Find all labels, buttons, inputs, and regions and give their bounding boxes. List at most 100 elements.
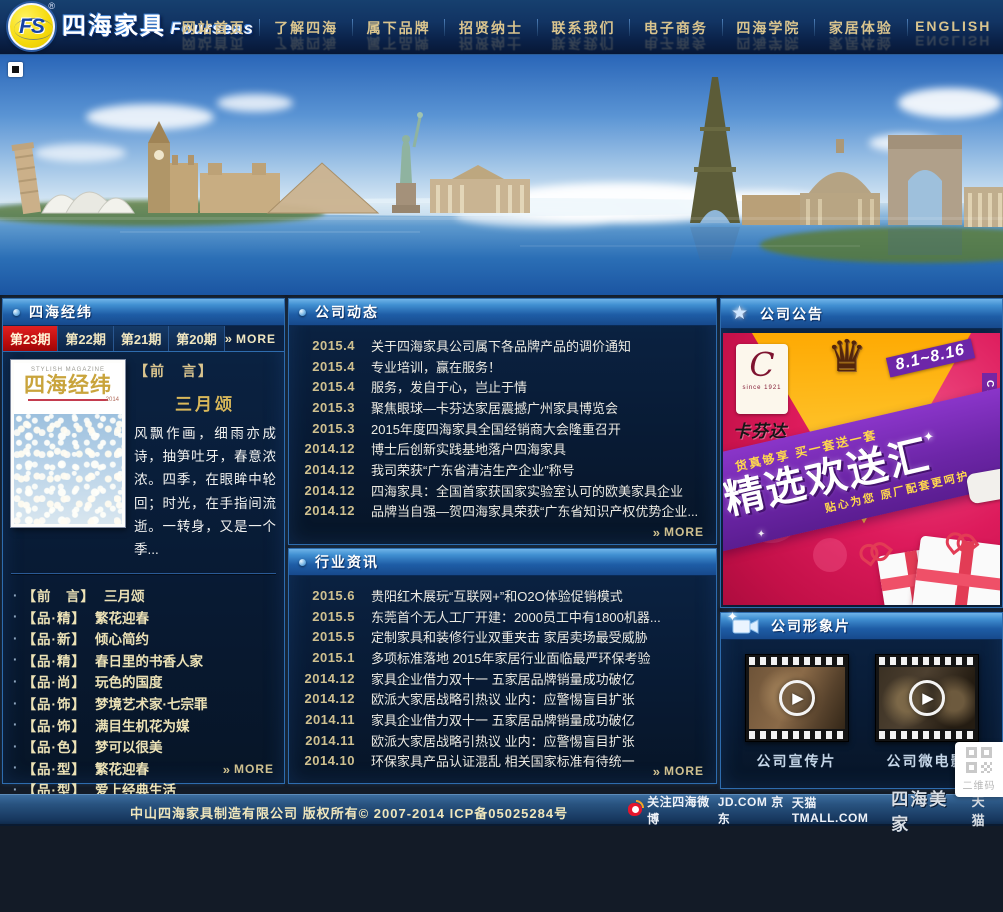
sparkle-icon: ✦ — [923, 429, 934, 444]
magazine-tabs-more-link[interactable]: » MORE — [225, 326, 284, 351]
article-item[interactable]: 【品·尚】玩色的国度 — [13, 671, 272, 693]
cover-blossom-photo — [14, 414, 122, 524]
article-item[interactable]: 【品·精】春日里的书香人家 — [13, 649, 272, 671]
globe-lines — [14, 18, 53, 40]
article-item[interactable]: 【品·新】倾心简约 — [13, 628, 272, 650]
news-row[interactable]: 2015.3 聚焦眼球—卡芬达家居震撼广州家具博览会 — [299, 397, 704, 418]
bullet-icon — [299, 558, 306, 566]
double-chevron-icon: » — [652, 524, 661, 540]
tab-issue-23[interactable]: 第23期 — [3, 326, 59, 351]
hero-banner — [0, 55, 1003, 295]
star-icon: ★ — [731, 303, 751, 324]
industry-news-panel: 行业资讯 2015.6 贵阳红木展玩“互联网+”和O2O体验促销模式 2015.5… — [288, 548, 717, 784]
promo-bubble — [813, 538, 847, 572]
company-news-list: 2015.4 关于四海家具公司属下各品牌产品的调价通知 2015.4 专业培训，赢在… — [289, 326, 716, 521]
announcement-title: 公司公告 — [760, 305, 825, 322]
promo-banner-ad[interactable]: ♛ C since 1921 卡芬达 8.1~8.16 CARPENTER 货真… — [723, 333, 1000, 605]
article-item[interactable]: 【品·饰】满目生机花为媒 — [13, 714, 272, 736]
nav-item-experience[interactable]: 家居体验 家居体验 — [815, 18, 906, 51]
nav-item-ecommerce[interactable]: 电子商务 电子商务 — [630, 18, 721, 51]
qr-label: 二维码 — [962, 781, 996, 792]
news-row[interactable]: 2015.4 服务，发自于心，岂止于情 — [299, 376, 704, 397]
world-landmarks-illustration — [0, 55, 1003, 295]
news-row[interactable]: 2015.4 专业培训，赢在服务！ — [299, 356, 704, 377]
news-row[interactable]: 2014.12 博士后创新实践基地落户四海家具 — [299, 438, 704, 459]
news-row[interactable]: 2014.12 四海家具：全国首家获国家实验室认可的欧美家具企业 — [299, 480, 704, 501]
video-section-header: ✦ 公司形象片 — [721, 609, 1002, 640]
double-chevron-icon: » — [224, 331, 233, 346]
news-row[interactable]: 2014.10 环保家具产品认证混乱 相关国家标准有待统一 — [299, 751, 704, 772]
news-row[interactable]: 2015.3 2015年度四海家具全国经销商大会隆重召开 — [299, 418, 704, 439]
tab-issue-22[interactable]: 第22期 — [58, 326, 114, 351]
cover-subtitle-rule — [28, 399, 108, 402]
magazine-more-link[interactable]: » MORE — [223, 762, 274, 776]
news-row[interactable]: 2015.4 关于四海家具公司属下各品牌产品的调价通知 — [299, 335, 704, 356]
nav-item-careers[interactable]: 招贤纳士 招贤纳士 — [445, 18, 536, 51]
preface-tag: 【前 言】 — [134, 363, 214, 379]
tab-issue-20[interactable]: 第20期 — [169, 326, 225, 351]
carpenter-brand-logo: C since 1921 — [736, 344, 788, 414]
play-icon[interactable]: ▶ — [908, 680, 945, 716]
news-row[interactable]: 2014.12 我司荣获“广东省清洁生产企业”称号 — [299, 459, 704, 480]
main-nav: 网站首页 网站首页 了解四海 了解四海 属下品牌 属下品牌 招贤纳士 招贤纳士 联系我们… — [168, 10, 999, 51]
nav-item-brands[interactable]: 属下品牌 属下品牌 — [353, 18, 444, 51]
gift-bow — [945, 531, 976, 549]
industry-news-more-link[interactable]: » MORE — [653, 764, 704, 778]
filmstrip-holes — [748, 731, 845, 739]
sparkle-icon: ✦ — [757, 529, 766, 540]
banner-placeholder-icon[interactable] — [8, 62, 23, 77]
nav-item-contact[interactable]: 联系我们 联系我们 — [538, 18, 629, 51]
video-section-title: 公司形象片 — [771, 618, 851, 634]
industry-news-title: 行业资讯 — [315, 554, 379, 570]
nav-item-home[interactable]: 网站首页 网站首页 — [168, 18, 259, 51]
article-item[interactable]: 【品·色】梦可以很美 — [13, 735, 272, 757]
logo-name-cn: 四海家具 — [62, 12, 166, 40]
video-thumb-promo-film[interactable]: ▶ — [744, 654, 849, 742]
arc-de-triomphe — [888, 135, 962, 225]
news-row[interactable]: 2014.12 品牌当自强—贺四海家具荣获“广东省知识产权优势企业... — [299, 501, 704, 522]
cover-year: 2014 — [105, 397, 119, 403]
news-row[interactable]: 2014.12 欧派大家居战略引热议 业内：应警惕盲目扩张 — [299, 688, 704, 709]
colonnade-right — [964, 187, 1003, 227]
video-caption-promo: 公司宣传片 — [756, 753, 837, 769]
weibo-icon — [628, 800, 645, 816]
news-row[interactable]: 2015.5 东莞首个无人工厂开建：2000员工中有1800机器... — [299, 606, 704, 627]
magazine-panel: 四海经纬 第23期 第22期 第21期 第20期 » MORE STYLISH … — [2, 298, 285, 798]
nav-item-academy[interactable]: 四海学院 四海学院 — [723, 18, 814, 51]
qr-code-widget[interactable]: 二维码 — [955, 742, 1003, 797]
magazine-cover[interactable]: STYLISH MAGAZINE 四海经纬 2014 — [11, 360, 125, 527]
brand-since: since 1921 — [742, 385, 782, 392]
news-row[interactable]: 2014.11 家具企业借力双十一 五家居品牌销量成功破亿 — [299, 709, 704, 730]
tab-issue-21[interactable]: 第21期 — [113, 326, 170, 351]
industry-news-list: 2015.6 贵阳红木展玩“互联网+”和O2O体验促销模式 2015.5 东莞首个无… — [289, 576, 716, 771]
news-row[interactable]: 2015.5 定制家具和装修行业双重夹击 家居卖场最受威胁 — [299, 626, 704, 647]
divider — [11, 573, 276, 575]
preface-body: 风飘作画，细雨亦成诗，抽笋吐牙，春意浓浓。四季，在眼眸中轮回；时光，在手指间流逝… — [134, 426, 276, 558]
news-row[interactable]: 2014.11 欧派大家居战略引热议 业内：应警惕盲目扩张 — [299, 730, 704, 751]
sparkle-icon: ✦ — [727, 609, 740, 624]
article-item[interactable]: 【前 言】三月颂 — [13, 584, 272, 606]
filmstrip-holes — [878, 731, 975, 739]
video-thumb-micro-movie[interactable]: ▶ — [874, 654, 979, 742]
gift-bow — [858, 541, 890, 560]
double-chevron-icon: » — [652, 763, 661, 779]
article-item[interactable]: 【品·精】繁花迎春 — [13, 606, 272, 628]
weibo-link[interactable]: 关注四海微博 — [628, 793, 718, 827]
article-item[interactable]: 【品·饰】梦境艺术家·七宗罪 — [13, 692, 272, 714]
nav-item-about[interactable]: 了解四海 了解四海 — [260, 18, 351, 51]
footer-links: 关注四海微博 JD.COM 京东 天猫 TMALL.COM 四海美家 天猫 — [628, 790, 997, 834]
company-news-more-link[interactable]: » MORE — [653, 525, 704, 539]
play-icon[interactable]: ▶ — [778, 680, 815, 716]
double-chevron-icon: » — [222, 761, 231, 777]
footer-bar: 中山四海家具制造有限公司 版权所有© 2007-2014 ICP备0502528… — [0, 790, 1003, 834]
nav-item-english[interactable]: ENGLISH ENGLISH — [908, 18, 999, 49]
tmall-store-link[interactable]: 天猫 TMALL.COM — [792, 794, 891, 825]
news-row[interactable]: 2014.12 家具企业借力双十一 五家居品牌销量成功破亿 — [299, 668, 704, 689]
jd-store-link[interactable]: JD.COM 京东 — [718, 793, 792, 827]
news-row[interactable]: 2015.6 贵阳红木展玩“互联网+”和O2O体验促销模式 — [299, 585, 704, 606]
brand-monogram: C — [749, 345, 775, 384]
news-row[interactable]: 2015.1 多项标准落地 2015年家居行业面临最严环保考验 — [299, 647, 704, 668]
throne-chair-icon: ♛ — [827, 333, 867, 381]
industry-news-header: 行业资讯 — [289, 549, 716, 576]
company-news-title: 公司动态 — [315, 304, 379, 320]
